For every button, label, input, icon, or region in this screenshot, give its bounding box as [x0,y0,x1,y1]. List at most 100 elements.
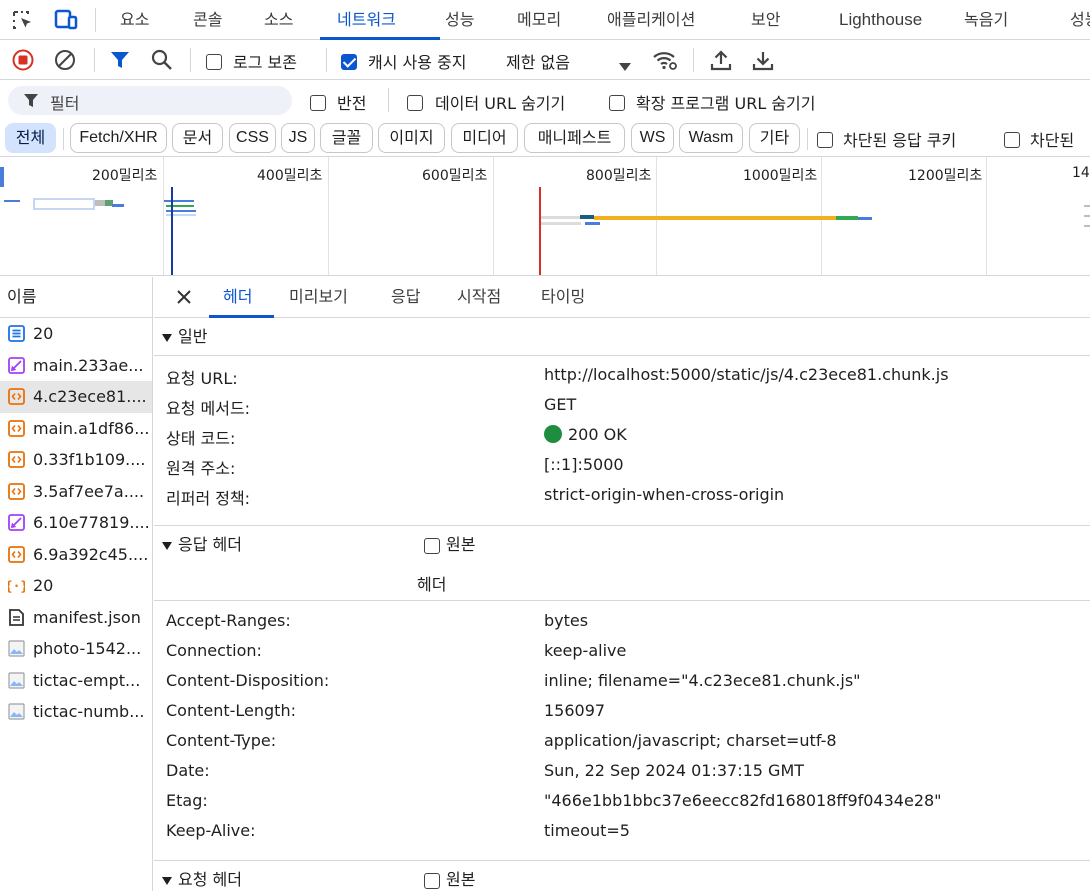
network-overview-timeline[interactable]: 200밀리초 400밀리초 600밀리초 800밀리초 1000밀리초 1200… [0,156,1090,276]
response-header-value[interactable]: application/javascript; charset=utf-8 [544,731,837,750]
request-row[interactable]: tictac-numb... [0,696,152,728]
filter-funnel-icon[interactable] [110,50,130,74]
response-header-value[interactable]: inline; filename="4.c23ece81.chunk.js" [544,671,861,690]
general-value[interactable]: http://localhost:5000/static/js/4.c23ece… [544,365,949,384]
network-conditions-icon[interactable] [652,49,678,75]
chip-manifest[interactable]: 매니페스트 [524,123,625,153]
response-raw-checkbox[interactable] [424,537,440,554]
request-raw-checkbox[interactable] [424,872,440,889]
disable-cache-toggle[interactable] [341,51,357,70]
filter-placeholder: 필터 [50,94,80,113]
tab-performance[interactable]: 성능 [445,0,474,40]
response-headers-section-header[interactable]: 응답 헤더 원본 [154,525,1090,563]
request-name: 0.33f1b109.... [33,450,146,470]
chevron-down-icon[interactable] [619,56,631,75]
general-section-header[interactable]: 일반 [154,318,1090,356]
search-icon[interactable] [151,49,173,75]
export-har-icon[interactable] [752,49,774,75]
import-har-icon[interactable] [710,49,732,75]
chip-all[interactable]: 전체 [5,123,56,153]
response-header-value[interactable]: keep-alive [544,641,626,660]
response-header-value[interactable]: bytes [544,611,588,630]
request-row[interactable]: 20 [0,318,152,350]
chip-doc[interactable]: 문서 [172,123,223,153]
tab-application[interactable]: 애플리케이션 [607,0,695,40]
name-column-header[interactable]: 이름 [0,277,152,318]
tab-initiator[interactable]: 시작점 [457,277,501,317]
close-icon[interactable] [176,289,192,309]
request-row[interactable]: photo-1542... [0,633,152,665]
request-row[interactable]: 6.9a392c45.... [0,539,152,571]
request-name: main.a1df86... [33,418,150,438]
hide-extension-urls-checkbox[interactable] [609,92,625,111]
general-key: 상태 코드: [166,429,236,448]
tab-lighthouse[interactable]: Lighthouse [839,0,922,40]
chip-ws[interactable]: WS [631,123,674,153]
device-toolbar-icon[interactable] [54,9,78,31]
response-header-value[interactable]: timeout=5 [544,821,630,840]
stop-recording-icon[interactable] [12,49,34,75]
filter-input[interactable]: 필터 [8,86,292,115]
response-header-value[interactable]: 156097 [544,701,605,720]
preserve-log-checkbox[interactable] [206,53,222,70]
hide-data-urls-checkbox[interactable] [407,92,423,111]
preserve-log-toggle[interactable] [206,51,222,70]
general-value[interactable]: [::1]:5000 [544,455,624,474]
response-header-name: Keep-Alive: [166,821,256,840]
invert-checkbox[interactable] [310,92,326,111]
request-row[interactable]: tictac-empt... [0,665,152,697]
tab-preview[interactable]: 미리보기 [289,277,348,317]
request-row[interactable]: main.a1df86... [0,413,152,445]
general-value[interactable]: 200 OK [544,425,627,444]
tab-elements[interactable]: 요소 [120,0,149,40]
tab-console[interactable]: 콘솔 [193,0,222,40]
status-ok-icon [544,425,562,443]
tab-performance-insights[interactable]: 성능 [1070,0,1090,40]
response-headers-subtitle: 헤더 [417,575,447,594]
general-value[interactable]: strict-origin-when-cross-origin [544,485,784,504]
response-raw-label: 원본 [446,535,476,554]
chip-img[interactable]: 이미지 [378,123,445,153]
tab-network[interactable]: 네트워크 [337,0,396,40]
request-row[interactable]: {·} 20 [0,570,152,602]
image-icon [8,640,25,657]
clear-icon[interactable] [54,49,76,75]
tab-sources[interactable]: 소스 [264,0,293,40]
chip-fetch-xhr[interactable]: Fetch/XHR [70,123,167,153]
tab-headers[interactable]: 헤더 [223,277,252,317]
chip-other[interactable]: 기타 [749,123,800,153]
general-value[interactable]: GET [544,395,576,414]
request-name: 6.9a392c45.... [33,544,149,564]
script-icon [8,482,25,500]
disable-cache-checkbox[interactable] [341,53,357,70]
document-icon [8,325,25,343]
chip-css[interactable]: CSS [229,123,276,153]
request-row[interactable]: 3.5af7ee7a.... [0,476,152,508]
tab-memory[interactable]: 메모리 [517,0,561,40]
request-name: main.233ae... [33,355,144,375]
request-row[interactable]: main.233ae... [0,350,152,382]
general-key: 요청 메서드: [166,399,251,418]
request-row[interactable]: 4.c23ece81.... [0,381,152,413]
image-icon [8,672,25,689]
chip-media[interactable]: 미디어 [451,123,518,153]
chip-wasm[interactable]: Wasm [679,123,743,153]
tab-response[interactable]: 응답 [391,277,420,317]
inspect-element-icon[interactable] [12,10,34,30]
tab-security[interactable]: 보안 [751,0,780,40]
throttle-select[interactable]: 제한 없음 [506,49,570,73]
blocked-requests-checkbox[interactable] [1004,129,1020,148]
chip-js[interactable]: JS [281,123,315,153]
blocked-cookies-checkbox[interactable] [817,129,833,148]
request-row[interactable]: manifest.json [0,602,152,634]
request-row[interactable]: 6.10e77819.... [0,507,152,539]
response-header-value[interactable]: Sun, 22 Sep 2024 01:37:15 GMT [544,761,804,780]
tab-timing[interactable]: 타이밍 [541,277,585,317]
response-header-name: Connection: [166,641,262,660]
response-header-value[interactable]: "466e1bb1bbc37e6eecc82fd168018ff9f0434e2… [544,791,942,810]
tab-recorder[interactable]: 녹음기 [964,0,1008,40]
chip-font[interactable]: 글꼴 [320,123,373,153]
tick-200ms: 200밀리초 [92,168,158,184]
request-headers-section-header[interactable]: 요청 헤더 원본 [154,860,1090,891]
request-row[interactable]: 0.33f1b109.... [0,444,152,476]
